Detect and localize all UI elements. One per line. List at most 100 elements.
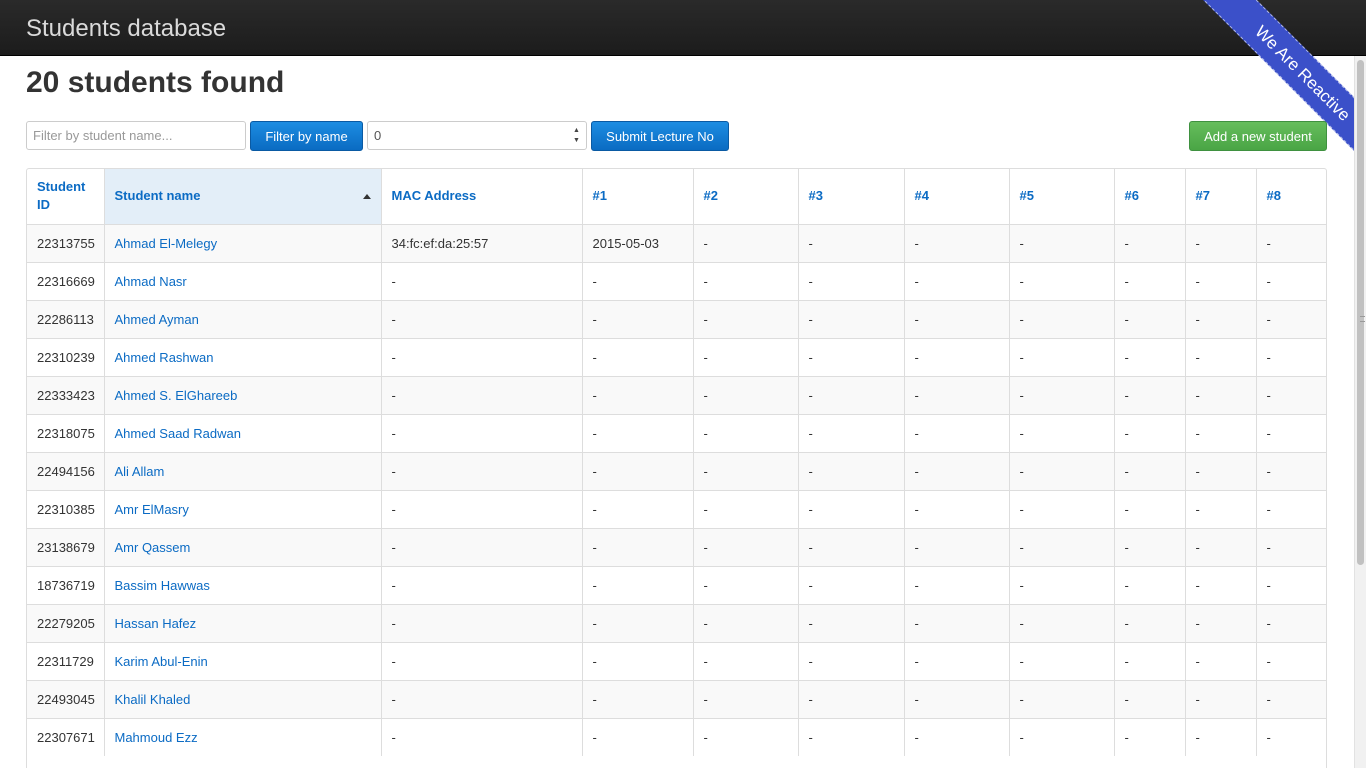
lecture-4-cell: -: [904, 223, 1010, 262]
student-name-link[interactable]: Ahmad Nasr: [115, 274, 187, 289]
lecture-number-input[interactable]: 0 ▲ ▼: [367, 121, 587, 150]
student-name-link[interactable]: Ahmed Ayman: [115, 312, 199, 327]
student-name-cell: Amr ElMasry: [104, 489, 382, 528]
student-id-cell: 23138679: [27, 527, 105, 566]
student-name-link[interactable]: Ahmed Saad Radwan: [115, 426, 241, 441]
table-row: 22310239 Ahmed Rashwan - - - - - - - - -: [27, 337, 1326, 376]
lecture-5-cell: -: [1009, 527, 1115, 566]
spinner-up-icon[interactable]: ▲: [573, 127, 580, 134]
student-name-link[interactable]: Amr ElMasry: [115, 502, 189, 517]
lecture-4-cell: -: [904, 489, 1010, 528]
student-name-link[interactable]: Hassan Hafez: [115, 616, 197, 631]
lecture-7-cell: -: [1185, 527, 1257, 566]
lecture-7-cell: -: [1185, 679, 1257, 718]
lecture-2-cell: -: [693, 223, 799, 262]
lecture-3-cell: -: [798, 413, 905, 452]
lecture-3-cell: -: [798, 451, 905, 490]
lecture-4-cell: -: [904, 299, 1010, 338]
lecture-6-cell: -: [1114, 717, 1186, 756]
lecture-6-cell: -: [1114, 641, 1186, 680]
mac-address-cell: -: [381, 603, 583, 642]
lecture-8-cell: -: [1256, 641, 1326, 680]
header-lecture-3[interactable]: #3: [798, 169, 905, 225]
student-name-link[interactable]: Ahmed S. ElGhareeb: [115, 388, 238, 403]
lecture-3-cell: -: [798, 261, 905, 300]
app-title[interactable]: Students database: [26, 15, 226, 43]
spinner-down-icon[interactable]: ▼: [573, 137, 580, 144]
mac-address-cell: -: [381, 413, 583, 452]
student-name-link[interactable]: Khalil Khaled: [115, 692, 191, 707]
student-id-cell: 22494156: [27, 451, 105, 490]
lecture-8-cell: -: [1256, 565, 1326, 604]
students-table-container: Student ID Student name MAC Address #1 #…: [26, 168, 1327, 768]
lecture-6-cell: -: [1114, 489, 1186, 528]
student-name-link[interactable]: Ahmad El-Melegy: [115, 236, 218, 251]
lecture-7-cell: -: [1185, 337, 1257, 376]
filter-by-name-button[interactable]: Filter by name: [250, 121, 363, 151]
mac-address-cell: -: [381, 679, 583, 718]
lecture-1-cell: -: [582, 641, 694, 680]
student-name-cell: Hassan Hafez: [104, 603, 382, 642]
student-name-link[interactable]: Mahmoud Ezz: [115, 730, 198, 745]
lecture-4-cell: -: [904, 565, 1010, 604]
lecture-5-cell: -: [1009, 489, 1115, 528]
student-name-cell: Mahmoud Ezz: [104, 717, 382, 756]
header-lecture-5[interactable]: #5: [1009, 169, 1115, 225]
header-lecture-8[interactable]: #8: [1256, 169, 1326, 225]
lecture-4-cell: -: [904, 337, 1010, 376]
mac-address-cell: -: [381, 337, 583, 376]
table-row: 23138679 Amr Qassem - - - - - - - - -: [27, 527, 1326, 566]
student-name-link[interactable]: Ali Allam: [115, 464, 165, 479]
lecture-8-cell: -: [1256, 679, 1326, 718]
lecture-1-cell: -: [582, 565, 694, 604]
lecture-2-cell: -: [693, 641, 799, 680]
student-name-cell: Ahmad El-Melegy: [104, 223, 382, 262]
lecture-3-cell: -: [798, 527, 905, 566]
mac-address-cell: -: [381, 527, 583, 566]
lecture-1-cell: -: [582, 375, 694, 414]
add-student-button[interactable]: Add a new student: [1189, 121, 1327, 151]
lecture-2-cell: -: [693, 679, 799, 718]
lecture-1-cell: -: [582, 299, 694, 338]
student-name-link[interactable]: Karim Abul-Enin: [115, 654, 208, 669]
header-lecture-6[interactable]: #6: [1114, 169, 1186, 225]
scrollbar-thumb[interactable]: [1357, 60, 1365, 565]
student-name-link[interactable]: Ahmed Rashwan: [115, 350, 214, 365]
lecture-2-cell: -: [693, 337, 799, 376]
student-name-cell: Ali Allam: [104, 451, 382, 490]
lecture-2-cell: -: [693, 375, 799, 414]
student-name-link[interactable]: Bassim Hawwas: [115, 578, 210, 593]
header-lecture-2[interactable]: #2: [693, 169, 799, 225]
lecture-1-cell: -: [582, 527, 694, 566]
mac-address-cell: -: [381, 489, 583, 528]
top-navbar: Students database: [0, 0, 1366, 56]
lecture-7-cell: -: [1185, 451, 1257, 490]
header-lecture-4[interactable]: #4: [904, 169, 1010, 225]
mac-address-cell: -: [381, 261, 583, 300]
lecture-8-cell: -: [1256, 261, 1326, 300]
lecture-3-cell: -: [798, 375, 905, 414]
lecture-2-cell: -: [693, 565, 799, 604]
lecture-2-cell: -: [693, 451, 799, 490]
table-row: 22310385 Amr ElMasry - - - - - - - - -: [27, 489, 1326, 528]
lecture-2-cell: -: [693, 261, 799, 300]
lecture-8-cell: -: [1256, 223, 1326, 262]
lecture-5-cell: -: [1009, 603, 1115, 642]
student-name-link[interactable]: Amr Qassem: [115, 540, 191, 555]
mac-address-cell: -: [381, 299, 583, 338]
student-name-filter-input[interactable]: [26, 121, 246, 150]
page-scrollbar[interactable]: [1354, 56, 1366, 768]
submit-lecture-button[interactable]: Submit Lecture No: [591, 121, 729, 151]
header-lecture-7[interactable]: #7: [1185, 169, 1257, 225]
student-name-cell: Khalil Khaled: [104, 679, 382, 718]
header-student-name[interactable]: Student name: [104, 169, 382, 225]
student-name-cell: Bassim Hawwas: [104, 565, 382, 604]
lecture-1-cell: -: [582, 679, 694, 718]
header-mac-address[interactable]: MAC Address: [381, 169, 583, 225]
number-spinner-icon[interactable]: ▲ ▼: [573, 127, 581, 145]
lecture-5-cell: -: [1009, 337, 1115, 376]
header-lecture-1[interactable]: #1: [582, 169, 694, 225]
lecture-3-cell: -: [798, 603, 905, 642]
lecture-7-cell: -: [1185, 489, 1257, 528]
header-student-id[interactable]: Student ID: [27, 169, 105, 225]
